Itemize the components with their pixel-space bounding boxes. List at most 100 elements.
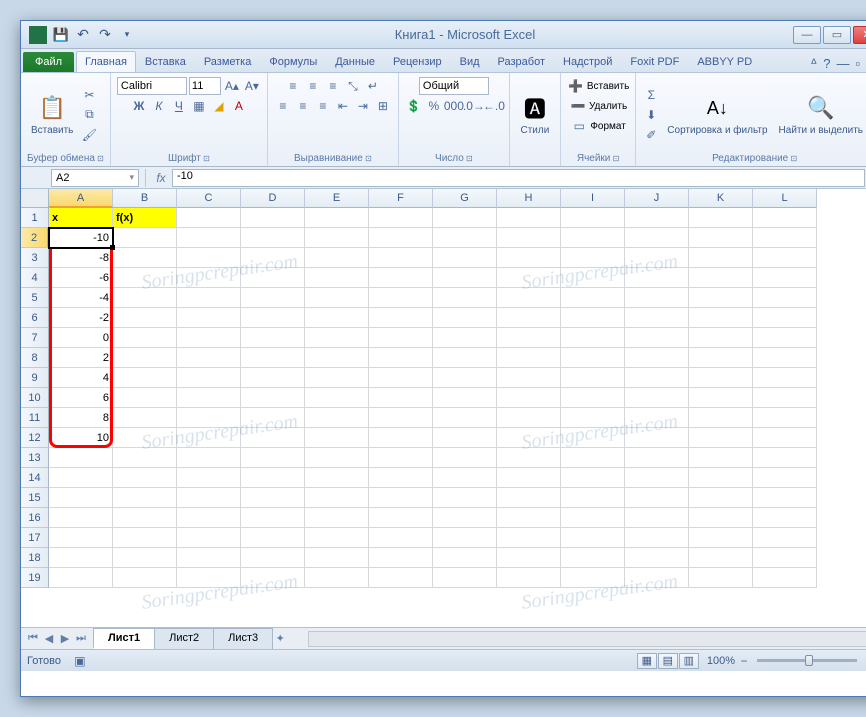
cell[interactable]	[305, 308, 369, 328]
cell[interactable]	[177, 208, 241, 228]
cell[interactable]	[433, 568, 497, 588]
cell[interactable]	[369, 228, 433, 248]
cell[interactable]	[177, 248, 241, 268]
cell[interactable]	[753, 568, 817, 588]
row-header[interactable]: 10	[21, 388, 49, 408]
cell[interactable]	[689, 308, 753, 328]
row-header[interactable]: 1	[21, 208, 49, 228]
cell[interactable]	[561, 228, 625, 248]
excel-icon[interactable]	[29, 26, 47, 44]
cell[interactable]	[689, 468, 753, 488]
cell[interactable]	[305, 288, 369, 308]
cell[interactable]	[241, 308, 305, 328]
undo-icon[interactable]	[73, 25, 93, 45]
file-tab[interactable]: Файл	[23, 52, 74, 72]
cell[interactable]	[241, 408, 305, 428]
cell[interactable]	[561, 508, 625, 528]
cell[interactable]	[689, 508, 753, 528]
italic-icon[interactable]: К	[150, 97, 168, 115]
column-header[interactable]: H	[497, 189, 561, 208]
cell[interactable]: 6	[49, 388, 113, 408]
cell[interactable]	[497, 428, 561, 448]
cell[interactable]	[177, 548, 241, 568]
column-header[interactable]: F	[369, 189, 433, 208]
column-header[interactable]: E	[305, 189, 369, 208]
cell[interactable]	[497, 208, 561, 228]
find-select-button[interactable]: 🔍 Найти и выделить	[775, 91, 866, 138]
cell[interactable]	[113, 428, 177, 448]
cell[interactable]	[177, 408, 241, 428]
cell[interactable]	[369, 288, 433, 308]
cell[interactable]	[113, 368, 177, 388]
cell[interactable]	[177, 388, 241, 408]
cell[interactable]	[689, 388, 753, 408]
cell[interactable]	[497, 228, 561, 248]
zoom-level[interactable]: 100%	[707, 655, 735, 667]
column-header[interactable]: G	[433, 189, 497, 208]
cell[interactable]	[689, 408, 753, 428]
cell[interactable]	[369, 528, 433, 548]
merge-icon[interactable]: ⊞	[374, 97, 392, 115]
cell[interactable]	[753, 308, 817, 328]
bold-icon[interactable]: Ж	[130, 97, 148, 115]
cell[interactable]	[497, 308, 561, 328]
cell[interactable]	[369, 208, 433, 228]
cell[interactable]	[113, 448, 177, 468]
align-left-icon[interactable]: ≡	[274, 97, 292, 115]
cell[interactable]	[753, 348, 817, 368]
cell[interactable]	[305, 328, 369, 348]
ribbon-tab-главная[interactable]: Главная	[76, 51, 136, 72]
cell[interactable]	[113, 328, 177, 348]
cell[interactable]	[369, 388, 433, 408]
cell[interactable]	[625, 228, 689, 248]
cell[interactable]	[305, 508, 369, 528]
cell[interactable]	[369, 428, 433, 448]
cell[interactable]	[177, 368, 241, 388]
cell[interactable]	[497, 368, 561, 388]
cell[interactable]	[177, 348, 241, 368]
cell[interactable]	[625, 288, 689, 308]
cell[interactable]	[497, 288, 561, 308]
cell[interactable]	[689, 548, 753, 568]
cell[interactable]	[369, 248, 433, 268]
cell[interactable]	[113, 548, 177, 568]
underline-icon[interactable]: Ч	[170, 97, 188, 115]
cell[interactable]	[433, 308, 497, 328]
cell[interactable]	[369, 568, 433, 588]
cell[interactable]	[241, 248, 305, 268]
cell[interactable]	[625, 408, 689, 428]
column-header[interactable]: I	[561, 189, 625, 208]
comma-icon[interactable]: 000	[445, 97, 463, 115]
cell[interactable]	[49, 548, 113, 568]
qat-dropdown-icon[interactable]	[117, 25, 137, 45]
row-header[interactable]: 12	[21, 428, 49, 448]
cell[interactable]	[625, 568, 689, 588]
currency-icon[interactable]: 💲	[405, 97, 423, 115]
column-header[interactable]: J	[625, 189, 689, 208]
cell[interactable]	[113, 228, 177, 248]
clear-icon[interactable]: ✐	[642, 126, 660, 144]
horizontal-scrollbar[interactable]	[308, 631, 866, 647]
cell[interactable]	[305, 348, 369, 368]
cell[interactable]	[241, 448, 305, 468]
cell[interactable]	[305, 268, 369, 288]
cell[interactable]	[305, 548, 369, 568]
cell[interactable]	[433, 328, 497, 348]
orientation-icon[interactable]: ⤡	[344, 77, 362, 95]
cell[interactable]	[433, 508, 497, 528]
align-top-icon[interactable]: ≡	[284, 77, 302, 95]
cell[interactable]	[497, 348, 561, 368]
cell[interactable]	[625, 208, 689, 228]
cell[interactable]	[49, 568, 113, 588]
cell[interactable]	[497, 488, 561, 508]
cell[interactable]	[753, 228, 817, 248]
cell[interactable]	[689, 348, 753, 368]
cell[interactable]	[625, 528, 689, 548]
cell[interactable]: 2	[49, 348, 113, 368]
fill-icon[interactable]: ⬇	[642, 106, 660, 124]
cell[interactable]	[433, 208, 497, 228]
cell[interactable]	[369, 328, 433, 348]
column-header[interactable]: B	[113, 189, 177, 208]
ribbon-tab-abbyy pd[interactable]: ABBYY PD	[688, 51, 761, 72]
first-sheet-icon[interactable]: ⏮	[25, 632, 41, 645]
